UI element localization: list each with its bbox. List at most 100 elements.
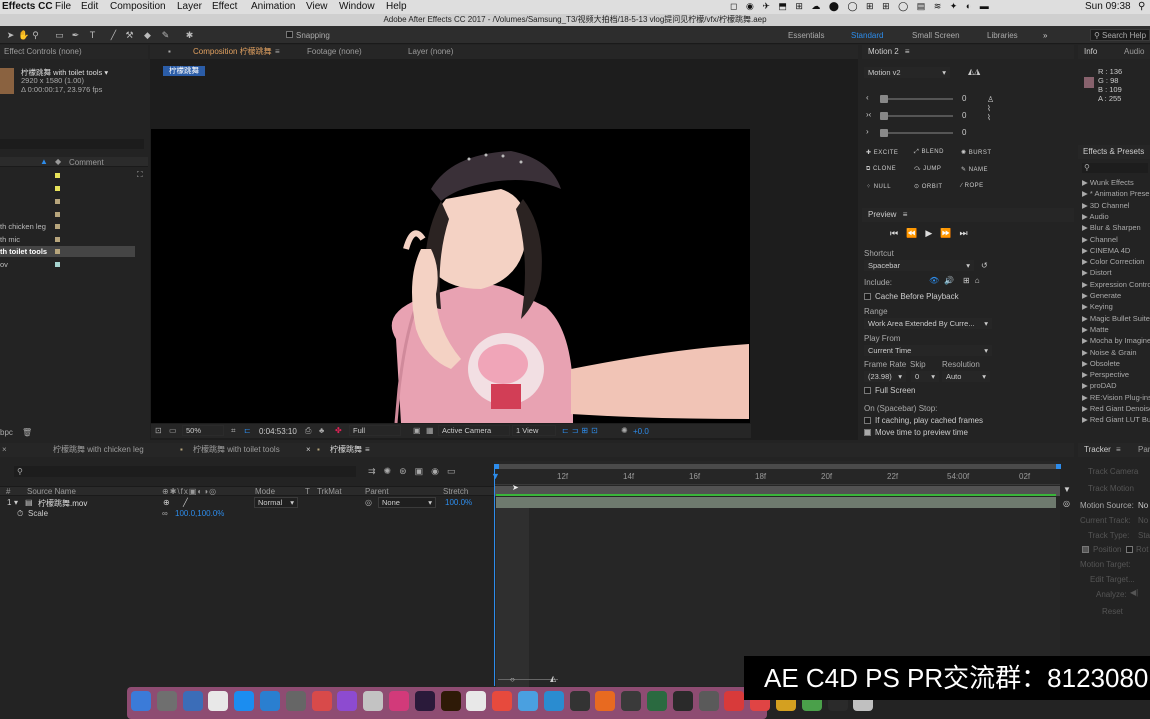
col-num[interactable]: # xyxy=(6,487,10,496)
status-icons[interactable]: ◻ ◉ ✈ ⬒ ⊞ ☁ ⬤ ◯ ⊞ ⊞ ◯ ▤ ≋ ✦ ◐ ▬ xyxy=(730,1,992,12)
layer-row[interactable]: 1 ▾ ▤ 柠檬跳舞.mov ⊕ ╱ Normal ▾ ◎ None ▾ 100.0… xyxy=(0,497,494,508)
more-workspaces-icon[interactable]: » xyxy=(1043,31,1047,40)
effects-category[interactable]: ▶ Generate xyxy=(1082,291,1121,300)
label-tag-icon[interactable]: ◆ xyxy=(55,157,61,166)
orbit-button[interactable]: ⊙ ORBIT xyxy=(914,183,943,190)
magnify-icon[interactable]: ⊡ xyxy=(155,426,162,435)
project-row-selected[interactable]: th toilet tools xyxy=(0,246,135,257)
effects-category[interactable]: ▶ Obsolete xyxy=(1082,359,1120,368)
project-row[interactable] xyxy=(0,183,140,195)
project-row[interactable] xyxy=(0,209,140,221)
quality-switch-icon[interactable]: ╱ xyxy=(183,498,188,507)
eraser-tool-icon[interactable]: ◆ xyxy=(142,30,153,40)
effects-category[interactable]: ▶ Red Giant LUT Bu xyxy=(1082,415,1150,424)
slider-handle[interactable] xyxy=(880,112,888,120)
dock-app-icon[interactable] xyxy=(698,691,719,711)
property-value[interactable]: 100.0,100.0% xyxy=(175,509,224,518)
name-button[interactable]: ✎ NAME xyxy=(961,166,988,173)
dock-app-icon[interactable] xyxy=(621,691,642,711)
timeline-tab-toilet-tools[interactable]: 柠檬跳舞 with toilet tools xyxy=(193,443,280,457)
mask-toggle-icon[interactable]: ⊏ xyxy=(244,426,251,435)
last-frame-icon[interactable]: ⏭ xyxy=(959,228,975,238)
project-row[interactable]: ov xyxy=(0,259,140,271)
transparency-grid-icon[interactable]: ▦ xyxy=(426,426,434,435)
zoom-dropdown[interactable]: 50% xyxy=(182,425,224,436)
view-options-icons[interactable]: ⊏⊐⊞⊡ xyxy=(562,426,601,435)
workspace-essentials[interactable]: Essentials xyxy=(788,31,824,40)
resolution-preview-dropdown[interactable]: Auto ▾ xyxy=(942,371,990,382)
dock-app-icon[interactable] xyxy=(492,691,513,711)
dock-app-icon[interactable] xyxy=(440,691,461,711)
dock-app-icon[interactable] xyxy=(182,691,203,711)
effects-category[interactable]: ▶ Expression Contro xyxy=(1082,280,1150,289)
comp-viewer[interactable] xyxy=(151,129,750,424)
comp-name-tag[interactable]: 柠檬跳舞 xyxy=(163,66,205,76)
stop-cache-checkbox[interactable] xyxy=(864,417,871,424)
hand-tool-icon[interactable]: ✋ xyxy=(18,30,29,40)
col-parent[interactable]: Parent xyxy=(365,487,389,496)
effects-category[interactable]: ▶ Noise & Grain xyxy=(1082,348,1137,357)
play-icon[interactable]: ▶ xyxy=(925,228,940,238)
range-dropdown[interactable]: Work Area Extended By Curre... ▾ xyxy=(864,318,992,329)
dock-app-icon[interactable] xyxy=(285,691,306,711)
dock-app-icon[interactable] xyxy=(543,691,564,711)
dock-app-icon[interactable] xyxy=(672,691,693,711)
first-frame-icon[interactable]: ⏮ xyxy=(890,228,906,238)
clock[interactable]: Sun 09:38 xyxy=(1085,1,1131,12)
dock-app-icon[interactable] xyxy=(311,691,332,711)
menu-effect[interactable]: Effect xyxy=(212,1,237,12)
slider-value[interactable]: 0 xyxy=(962,111,966,120)
slider-track[interactable] xyxy=(881,132,953,134)
playhead-icon[interactable]: ▼ xyxy=(491,471,500,481)
dock-app-icon[interactable] xyxy=(724,691,745,711)
dock-app-icon[interactable] xyxy=(569,691,590,711)
comp-button-icon[interactable]: ▼ xyxy=(1063,485,1071,494)
effect-controls-tab[interactable]: Effect Controls (none) xyxy=(0,45,148,59)
dock-app-icon[interactable] xyxy=(234,691,255,711)
dock-app-icon[interactable] xyxy=(260,691,280,711)
dock-app-icon[interactable] xyxy=(518,691,538,711)
effects-category[interactable]: ▶ 3D Channel xyxy=(1082,201,1129,210)
timeline-tab-chicken-leg[interactable]: 柠檬跳舞 with chicken leg xyxy=(53,443,144,457)
dock-app-icon[interactable] xyxy=(208,691,229,711)
rotation-checkbox[interactable] xyxy=(1126,546,1133,553)
analyze-buttons[interactable]: ◀| xyxy=(1130,588,1138,597)
col-t[interactable]: T xyxy=(305,487,310,496)
app-menu[interactable]: Effects CC xyxy=(2,1,53,12)
stopwatch-icon[interactable]: ⏱ xyxy=(17,509,23,519)
layer-search-field[interactable]: ⚲ xyxy=(14,466,356,477)
type-tool-icon[interactable]: T xyxy=(87,30,98,40)
selection-tool-icon[interactable]: ➤ xyxy=(5,30,16,40)
effects-category[interactable]: ▶ Color Correction xyxy=(1082,257,1144,266)
menu-file[interactable]: File xyxy=(55,1,71,12)
easing-type-icons[interactable]: ♙ ⌇ ⌇ xyxy=(987,95,994,122)
effects-category[interactable]: ▶ CINEMA 4D xyxy=(1082,246,1130,255)
effects-category[interactable]: ▶ Wunk Effects xyxy=(1082,178,1134,187)
dock-app-icon[interactable] xyxy=(363,691,384,711)
current-track-value[interactable]: No xyxy=(1138,516,1148,525)
effects-category[interactable]: ▶ Magic Bullet Suite xyxy=(1082,314,1150,323)
tab-menu-icon[interactable]: ≡ xyxy=(275,45,280,59)
skip-dropdown[interactable]: 0 ▾ xyxy=(911,371,939,382)
shortcut-dropdown[interactable]: Spacebar ▾ xyxy=(864,260,974,271)
timeline-tab-active[interactable]: 柠檬跳舞 xyxy=(330,443,362,457)
workspace-small-screen[interactable]: Small Screen xyxy=(912,31,960,40)
project-row[interactable]: th mic xyxy=(0,234,140,246)
prev-frame-icon[interactable]: ⏪ xyxy=(906,228,925,238)
burst-button[interactable]: ✺ BURST xyxy=(961,149,992,156)
reset-icon[interactable]: ↺ xyxy=(981,261,988,270)
tab-close-icon[interactable]: × xyxy=(306,443,311,457)
property-row[interactable]: ⏱ Scale ∞ 100.0,100.0% xyxy=(0,509,494,519)
menu-help[interactable]: Help xyxy=(386,1,407,12)
col-stretch[interactable]: Stretch xyxy=(443,487,468,496)
views-dropdown[interactable]: 1 View xyxy=(512,425,556,436)
blend-mode-dropdown[interactable]: Normal ▾ xyxy=(254,497,298,508)
brush-tool-icon[interactable]: ╱ xyxy=(108,30,119,40)
include-video-audio-icons[interactable]: 👁🔊 xyxy=(929,276,959,285)
next-frame-icon[interactable]: ⏩ xyxy=(940,228,959,238)
frame-rate-dropdown[interactable]: (23.98) ▾ xyxy=(864,371,906,382)
parent-dropdown[interactable]: None ▾ xyxy=(378,497,436,508)
full-screen-checkbox[interactable] xyxy=(864,387,871,394)
menu-window[interactable]: Window xyxy=(339,1,375,12)
layer-bar[interactable] xyxy=(496,497,1056,508)
